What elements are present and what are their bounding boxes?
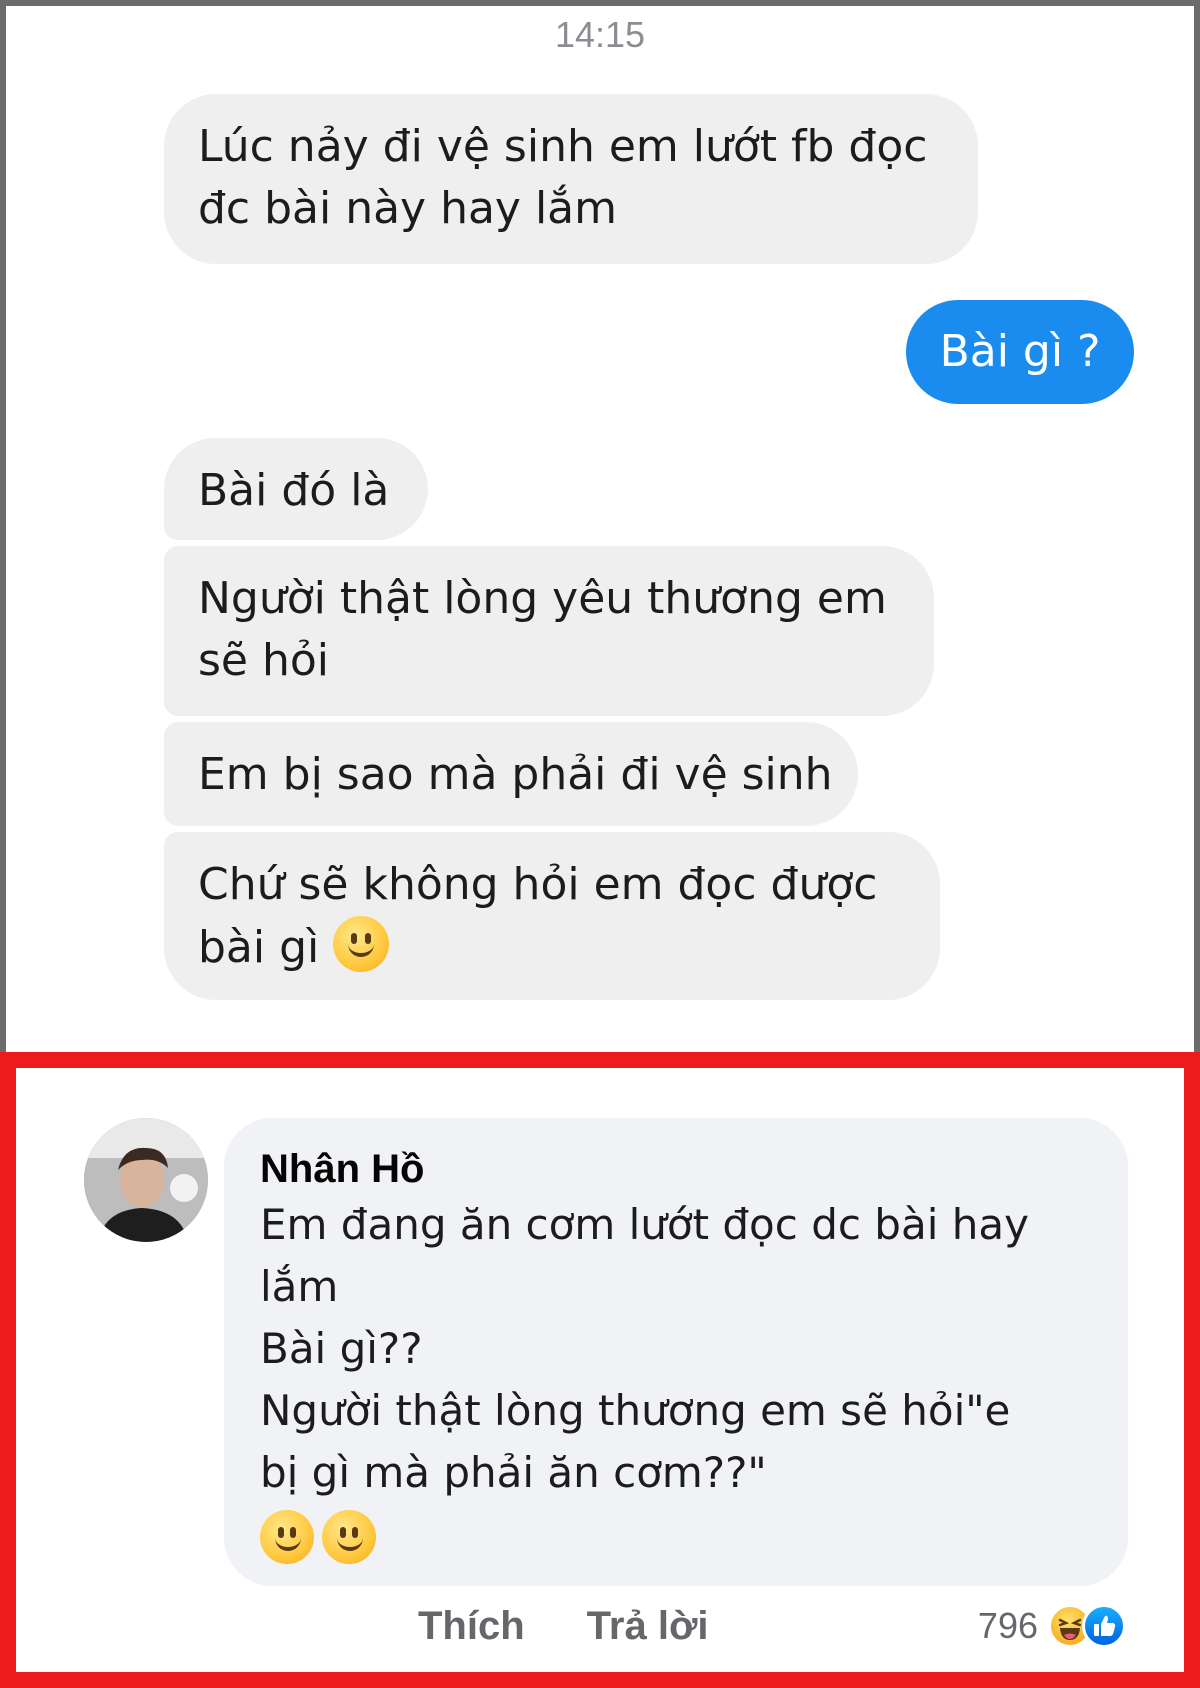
received-message-bubble: Em bị sao mà phải đi vệ sinh: [164, 722, 858, 826]
received-message-bubble: Chứ sẽ không hỏi em đọc được bài gì: [164, 832, 940, 1000]
received-message-bubble: Người thật lòng yêu thương em sẽ hỏi: [164, 546, 934, 716]
smiling-face-emoji-icon: [322, 1510, 377, 1564]
person-photo-icon: [84, 1118, 208, 1242]
comment-line: Người thật lòng thương em sẽ hỏi"e: [260, 1386, 1011, 1435]
comment-emoji-row: [260, 1504, 1092, 1568]
message-line: đc bài này hay lắm: [198, 183, 618, 234]
commenter-avatar[interactable]: [84, 1118, 208, 1242]
comment-line: lắm: [260, 1262, 339, 1311]
comment-line: bị gì mà phải ăn cơm??": [260, 1448, 767, 1497]
message-line: Người thật lòng yêu thương em: [198, 573, 887, 624]
received-message-bubble: Bài đó là: [164, 438, 428, 540]
like-action-button[interactable]: Thích: [418, 1604, 525, 1649]
highlighted-comment-panel: Nhân Hồ Em đang ăn cơm lướt đọc dc bài h…: [0, 1052, 1200, 1688]
message-line: Chứ sẽ không hỏi em đọc được: [198, 859, 878, 910]
comment-bubble: Nhân Hồ Em đang ăn cơm lướt đọc dc bài h…: [224, 1118, 1128, 1586]
received-message-bubble: Lúc nảy đi vệ sinh em lướt fb đọc đc bài…: [164, 94, 978, 264]
smiling-face-emoji-icon: [333, 916, 390, 972]
message-line: Bài đó là: [198, 465, 390, 516]
message-line: Em bị sao mà phải đi vệ sinh: [198, 749, 833, 800]
chat-timestamp: 14:15: [554, 14, 646, 55]
message-line: Lúc nảy đi vệ sinh em lướt fb đọc: [198, 121, 928, 172]
chat-screenshot: 14:15 Lúc nảy đi vệ sinh em lướt fb đọc …: [0, 0, 1200, 1052]
like-reaction-icon: [1082, 1604, 1126, 1648]
reply-action-button[interactable]: Trả lời: [587, 1604, 709, 1649]
message-line-with-emoji: bài gì: [198, 916, 906, 979]
comment-actions: Thích Trả lời: [418, 1596, 709, 1656]
sent-message-bubble: Bài gì ?: [906, 300, 1134, 404]
message-line: sẽ hỏi: [198, 635, 330, 686]
comment-author-name[interactable]: Nhân Hồ: [260, 1144, 1092, 1194]
reaction-count: 796: [977, 1605, 1038, 1646]
comment-line: Em đang ăn cơm lướt đọc dc bài hay: [260, 1200, 1029, 1249]
message-text: bài gì: [198, 922, 320, 973]
smiling-face-emoji-icon: [260, 1510, 314, 1564]
comment-line: Bài gì??: [260, 1324, 423, 1373]
reaction-summary[interactable]: 796: [978, 1596, 1126, 1656]
